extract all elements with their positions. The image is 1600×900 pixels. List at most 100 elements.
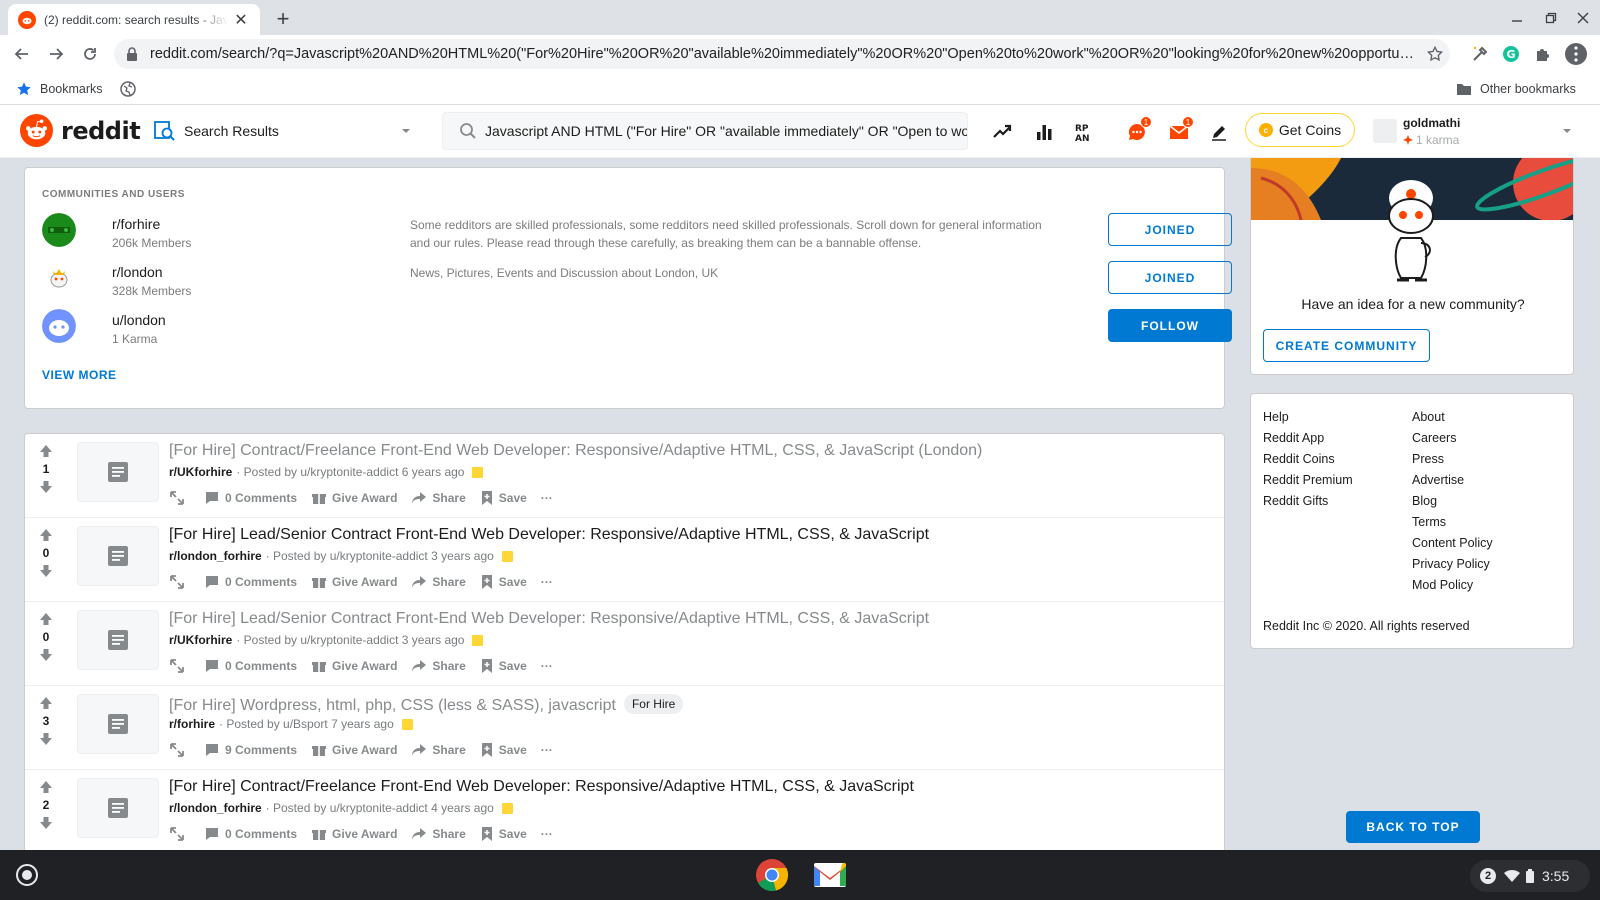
- share-button[interactable]: Share: [411, 490, 466, 506]
- bookmark-star-icon[interactable]: [1420, 45, 1450, 63]
- joined-button[interactable]: JOINED: [1108, 213, 1232, 246]
- footer-link-reddit-app[interactable]: Reddit App: [1263, 429, 1353, 450]
- downvote-arrow-icon[interactable]: [39, 648, 53, 662]
- give-award-button[interactable]: Give Award: [311, 490, 397, 506]
- post-thumbnail[interactable]: [77, 694, 159, 754]
- give-award-button[interactable]: Give Award: [311, 826, 397, 842]
- footer-link-mod-policy[interactable]: Mod Policy: [1412, 576, 1493, 597]
- gmail-app-icon[interactable]: [812, 857, 848, 893]
- save-button[interactable]: Save: [480, 490, 527, 506]
- all-leaderboard-icon[interactable]: [1031, 119, 1057, 145]
- footer-link-reddit-coins[interactable]: Reddit Coins: [1263, 450, 1353, 471]
- footer-link-terms[interactable]: Terms: [1412, 513, 1493, 534]
- expand-icon[interactable]: [169, 742, 190, 758]
- tab-close-icon[interactable]: ✕: [232, 11, 250, 29]
- downvote-arrow-icon[interactable]: [39, 816, 53, 830]
- save-button[interactable]: Save: [480, 742, 527, 758]
- minimize-icon[interactable]: [1502, 6, 1532, 30]
- footer-link-reddit-gifts[interactable]: Reddit Gifts: [1263, 492, 1353, 513]
- footer-link-blog[interactable]: Blog: [1412, 492, 1493, 513]
- community-row-forhire[interactable]: r/forhire 206k Members Some redditors ar…: [42, 213, 1232, 259]
- post-thumbnail[interactable]: [77, 442, 159, 502]
- save-button[interactable]: Save: [480, 658, 527, 674]
- post-title[interactable]: [For Hire] Lead/Senior Contract Front-En…: [169, 526, 929, 544]
- rpan-icon[interactable]: RP AN: [1073, 119, 1099, 145]
- upvote-arrow-icon[interactable]: [39, 696, 53, 710]
- downvote-arrow-icon[interactable]: [39, 564, 53, 578]
- post-flair[interactable]: For Hire: [623, 694, 684, 714]
- post-thumbnail[interactable]: [77, 610, 159, 670]
- footer-link-careers[interactable]: Careers: [1412, 429, 1493, 450]
- comments-button[interactable]: 0 Comments: [204, 658, 297, 674]
- create-community-button[interactable]: CREATE COMMUNITY: [1263, 329, 1430, 362]
- grammarly-extension-icon[interactable]: G: [1497, 40, 1525, 68]
- share-button[interactable]: Share: [411, 658, 466, 674]
- post-title[interactable]: [For Hire] Wordpress, html, php, CSS (le…: [169, 694, 684, 715]
- upvote-arrow-icon[interactable]: [39, 780, 53, 794]
- post-row[interactable]: 0 [For Hire] Lead/Senior Contract Front-…: [25, 602, 1224, 686]
- footer-link-content-policy[interactable]: Content Policy: [1412, 534, 1493, 555]
- forward-icon[interactable]: [42, 40, 70, 68]
- eyedropper-extension-icon[interactable]: [1466, 40, 1494, 68]
- launcher-icon[interactable]: [16, 864, 38, 886]
- expand-icon[interactable]: [169, 826, 190, 842]
- joined-button[interactable]: JOINED: [1108, 261, 1232, 294]
- subreddit-link[interactable]: r/london_forhire: [169, 549, 262, 563]
- footer-link-privacy-policy[interactable]: Privacy Policy: [1412, 555, 1493, 576]
- downvote-arrow-icon[interactable]: [39, 480, 53, 494]
- post-row[interactable]: 2 [For Hire] Contract/Freelance Front-En…: [25, 770, 1224, 852]
- downvote-arrow-icon[interactable]: [39, 732, 53, 746]
- other-bookmarks-folder[interactable]: Other bookmarks: [1456, 79, 1576, 99]
- share-button[interactable]: Share: [411, 742, 466, 758]
- footer-link-advertise[interactable]: Advertise: [1412, 471, 1493, 492]
- close-window-icon[interactable]: [1568, 6, 1598, 30]
- upvote-arrow-icon[interactable]: [39, 612, 53, 626]
- user-name[interactable]: u/london: [112, 312, 166, 328]
- get-coins-button[interactable]: c Get Coins: [1245, 113, 1355, 147]
- search-input[interactable]: [485, 123, 967, 139]
- post-row[interactable]: 1 [For Hire] Contract/Freelance Front-En…: [25, 434, 1224, 518]
- share-button[interactable]: Share: [411, 826, 466, 842]
- community-row-london[interactable]: r/london 328k Members News, Pictures, Ev…: [42, 261, 1232, 307]
- give-award-button[interactable]: Give Award: [311, 742, 397, 758]
- subreddit-link[interactable]: r/UKforhire: [169, 465, 232, 479]
- give-award-button[interactable]: Give Award: [311, 658, 397, 674]
- post-row[interactable]: 3 [For Hire] Wordpress, html, php, CSS (…: [25, 686, 1224, 770]
- post-title[interactable]: [For Hire] Lead/Senior Contract Front-En…: [169, 610, 929, 628]
- chat-icon[interactable]: 1: [1124, 116, 1152, 145]
- new-tab-button[interactable]: +: [270, 6, 296, 32]
- follow-button[interactable]: FOLLOW: [1108, 309, 1232, 342]
- more-options-icon[interactable]: ···: [541, 491, 553, 505]
- footer-link-help[interactable]: Help: [1263, 408, 1353, 429]
- more-options-icon[interactable]: ···: [541, 575, 553, 589]
- more-options-icon[interactable]: ···: [541, 743, 553, 757]
- save-button[interactable]: Save: [480, 826, 527, 842]
- community-name[interactable]: r/forhire: [112, 216, 160, 232]
- post-thumbnail[interactable]: [77, 778, 159, 838]
- popular-trending-icon[interactable]: [989, 119, 1015, 145]
- expand-icon[interactable]: [169, 490, 190, 506]
- community-name[interactable]: r/london: [112, 264, 163, 280]
- chrome-app-icon[interactable]: [754, 857, 790, 893]
- address-bar[interactable]: reddit.com/search/?q=Javascript%20AND%20…: [114, 39, 1450, 69]
- subreddit-link[interactable]: r/london_forhire: [169, 801, 262, 815]
- give-award-button[interactable]: Give Award: [311, 574, 397, 590]
- user-row-london[interactable]: u/london 1 Karma FOLLOW: [42, 309, 1232, 355]
- upvote-arrow-icon[interactable]: [39, 444, 53, 458]
- view-more-link[interactable]: VIEW MORE: [42, 368, 117, 382]
- subreddit-link[interactable]: r/forhire: [169, 717, 215, 731]
- footer-link-press[interactable]: Press: [1412, 450, 1493, 471]
- share-button[interactable]: Share: [411, 574, 466, 590]
- footer-link-about[interactable]: About: [1412, 408, 1493, 429]
- browser-tab[interactable]: (2) reddit.com: search results - Javascr…: [8, 4, 260, 35]
- subreddit-link[interactable]: r/UKforhire: [169, 633, 232, 647]
- reddit-logo[interactable]: reddit: [20, 114, 141, 147]
- create-post-pencil-icon[interactable]: [1206, 119, 1232, 145]
- system-tray[interactable]: 2 3:55: [1470, 860, 1590, 892]
- globe-icon[interactable]: [120, 79, 136, 99]
- post-title[interactable]: [For Hire] Contract/Freelance Front-End …: [169, 778, 914, 796]
- more-options-icon[interactable]: ···: [541, 659, 553, 673]
- footer-link-reddit-premium[interactable]: Reddit Premium: [1263, 471, 1353, 492]
- upvote-arrow-icon[interactable]: [39, 528, 53, 542]
- back-to-top-button[interactable]: BACK TO TOP: [1346, 811, 1480, 843]
